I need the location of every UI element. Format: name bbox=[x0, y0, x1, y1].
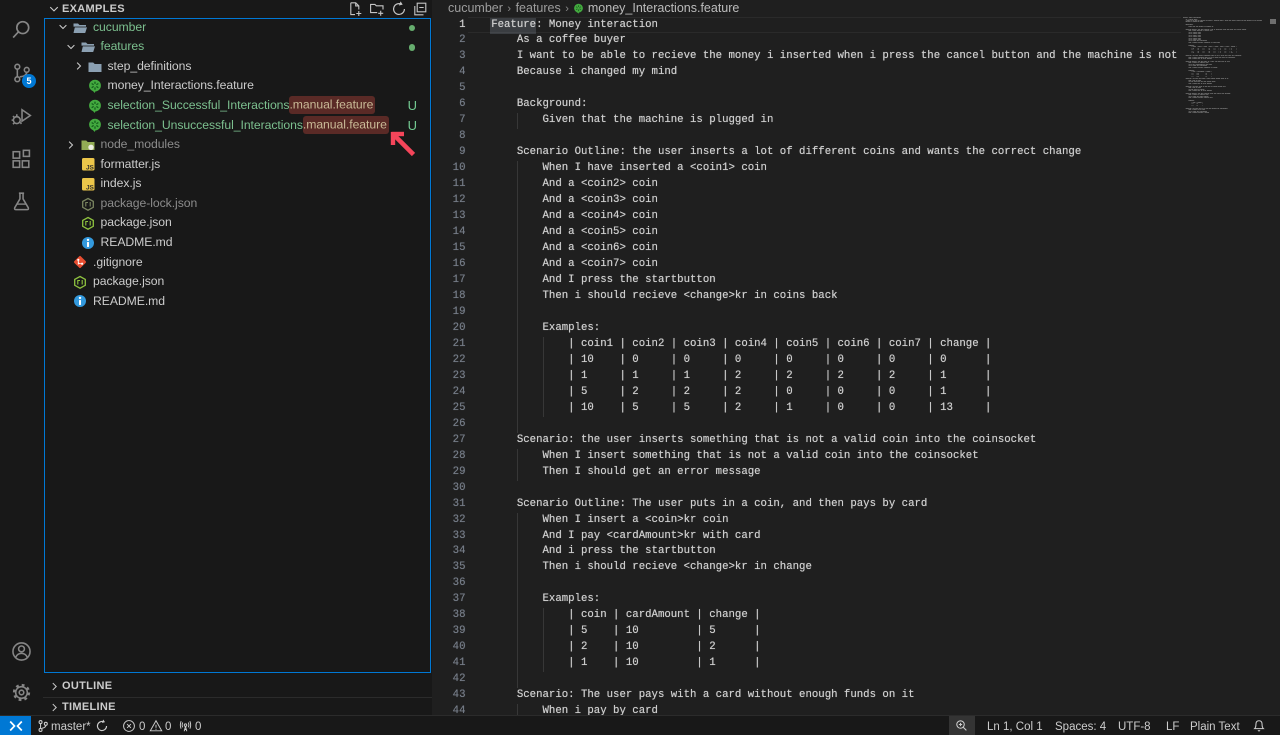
svg-text:JS: JS bbox=[85, 184, 94, 191]
svg-text:JS: JS bbox=[85, 165, 94, 172]
